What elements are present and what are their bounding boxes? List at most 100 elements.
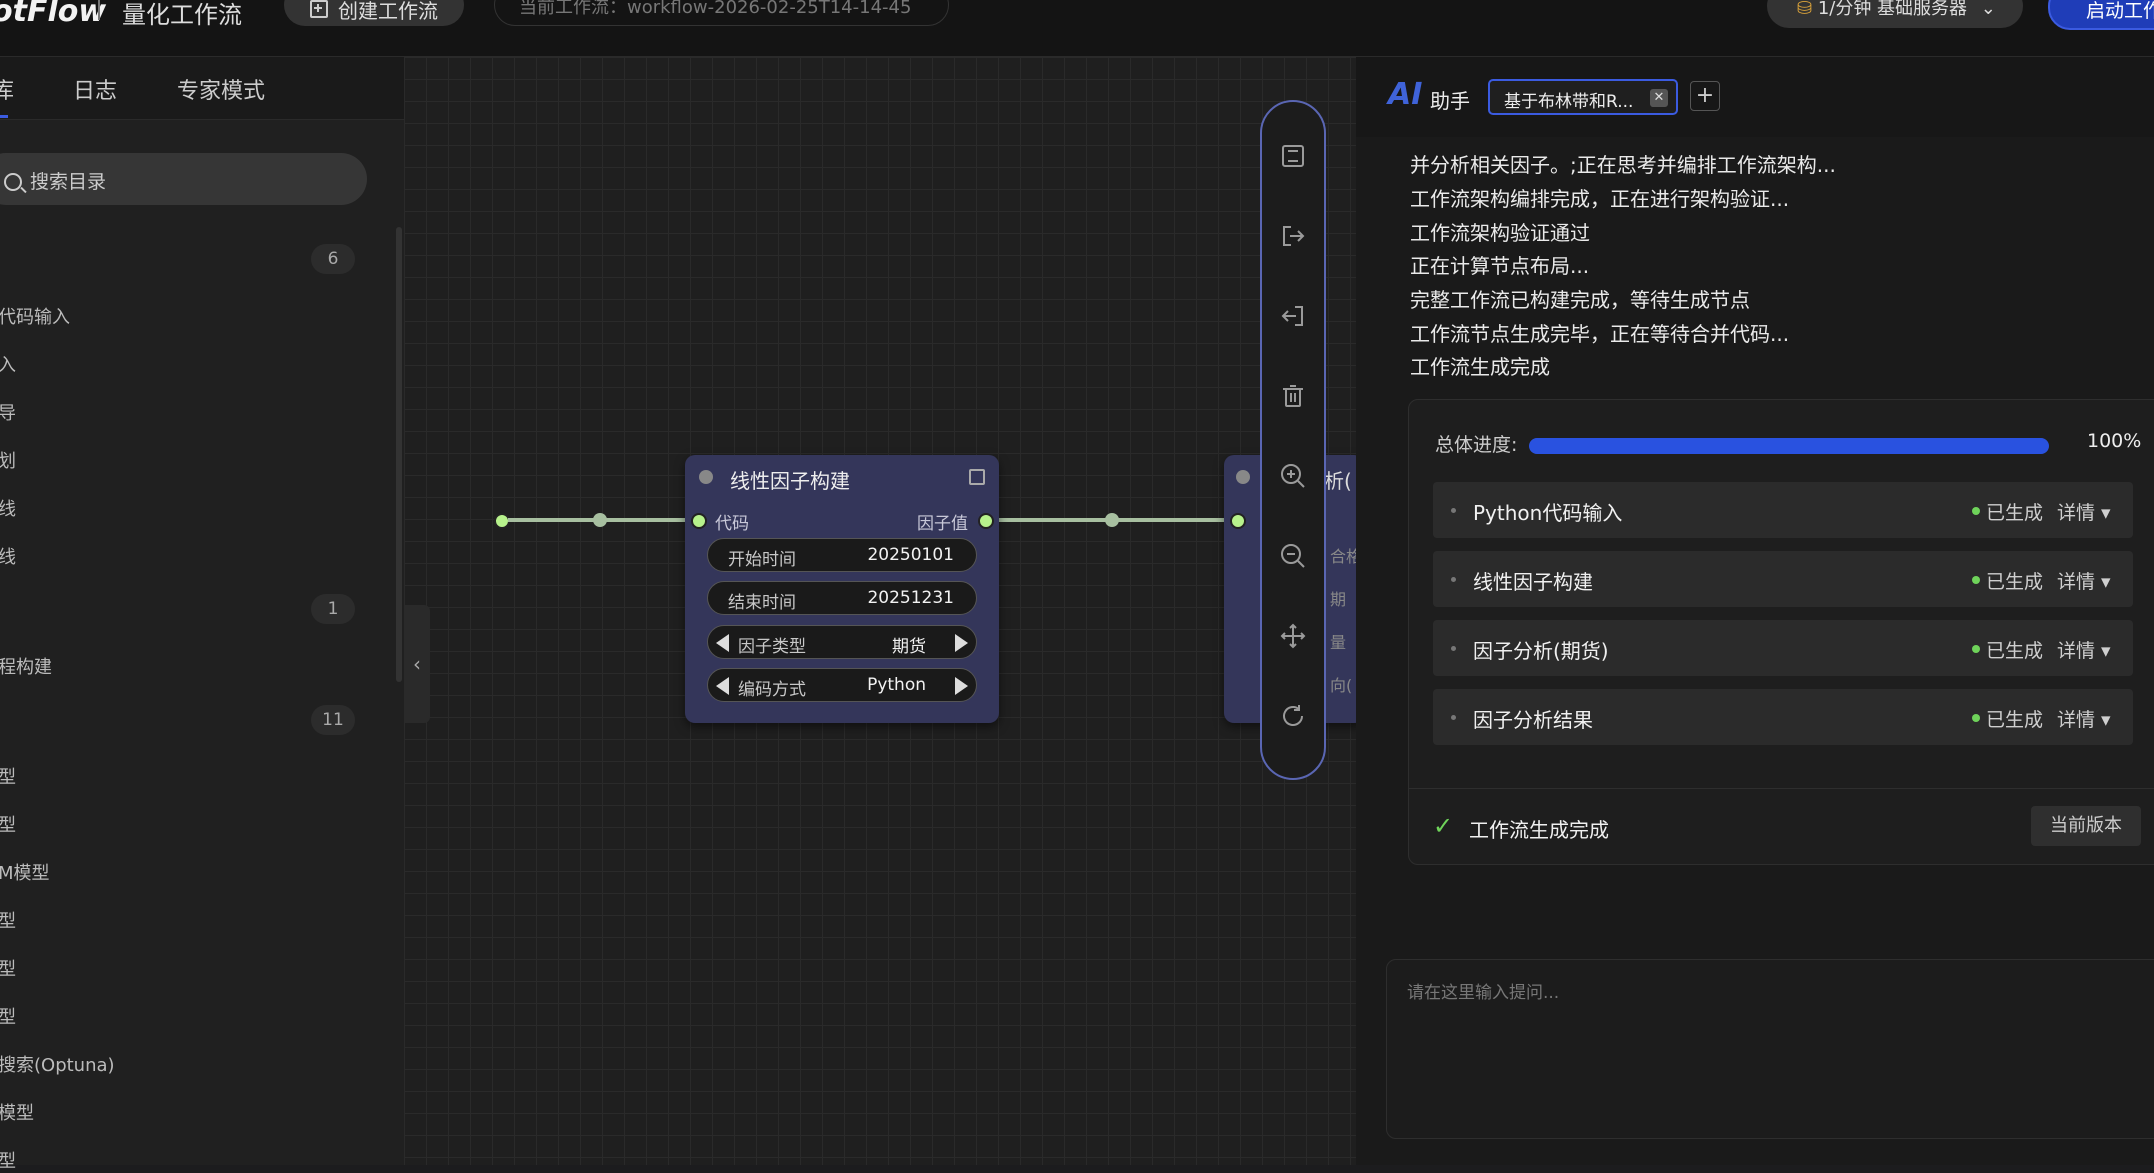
catalog-item[interactable]: 型 <box>0 907 16 933</box>
details-toggle[interactable]: 详情 ▾ <box>2057 498 2111 525</box>
catalog-item[interactable]: 入 <box>0 351 16 377</box>
output-label: 因子值 <box>917 514 968 534</box>
coin-icon: ⛁ <box>1797 0 1818 19</box>
group-count-badge: 11 <box>311 705 355 735</box>
chevron-down-icon: ⌄ <box>1980 0 1996 19</box>
input-port[interactable] <box>1230 513 1246 529</box>
sidebar-scrollbar[interactable] <box>396 227 402 682</box>
step-row[interactable]: 线性因子构建 已生成 详情 ▾ <box>1433 551 2133 607</box>
close-icon[interactable]: ✕ <box>1650 89 1668 107</box>
progress-percent: 100% <box>2087 430 2142 452</box>
status-dot <box>1236 470 1250 484</box>
chevron-left-icon: ‹ <box>413 652 421 676</box>
ai-title: 助手 <box>1430 89 1470 113</box>
arrow-right-icon[interactable] <box>955 634 968 652</box>
details-toggle[interactable]: 详情 ▾ <box>2057 567 2111 594</box>
step-row[interactable]: Python代码输入 已生成 详情 ▾ <box>1433 482 2133 538</box>
plus-square-icon <box>310 0 328 18</box>
workflow-canvas[interactable]: 代码 线性因子构建 代码 因子值 开始时间 20250101 结束时间 2025… <box>404 57 1364 1165</box>
group-count-badge: 1 <box>311 594 355 624</box>
progress-card: 总体进度: 100% Python代码输入 已生成 详情 ▾ 线性因子构建 已生… <box>1408 399 2154 865</box>
arrow-left-icon[interactable] <box>716 677 729 695</box>
step-name: Python代码输入 <box>1473 501 1623 525</box>
catalog-item[interactable]: 线 <box>0 543 16 569</box>
active-tab-indicator <box>0 115 8 118</box>
end-time-field[interactable]: 结束时间 20251231 <box>707 581 977 615</box>
tab-logs[interactable]: 日志 <box>73 73 117 105</box>
group-count-badge: 6 <box>311 244 355 274</box>
details-toggle[interactable]: 详情 ▾ <box>2057 636 2111 663</box>
status-dot <box>1972 507 1980 515</box>
save-icon[interactable] <box>1279 142 1307 170</box>
arrow-right-icon[interactable] <box>955 677 968 695</box>
node-header: 线性因子构建 <box>685 455 999 499</box>
ai-assistant-panel: AI 助手 基于布林带和R... ✕ + 并分析相关因子。;正在思考并编排工作流… <box>1356 57 2154 1165</box>
step-row[interactable]: 因子分析结果 已生成 详情 ▾ <box>1433 689 2133 745</box>
ai-header: AI 助手 基于布林带和R... ✕ + <box>1356 57 2154 137</box>
catalog-item[interactable]: 代码输入 <box>0 303 70 329</box>
encoding-selector[interactable]: 编码方式 Python <box>707 668 977 702</box>
canvas-toolbar <box>1260 100 1326 780</box>
wire-handle[interactable] <box>593 513 607 527</box>
catalog-search-input[interactable]: 搜索目录 <box>0 153 367 205</box>
ai-session-tab[interactable]: 基于布林带和R... ✕ <box>1488 79 1678 115</box>
field-key: 期 <box>1330 590 1347 609</box>
import-icon[interactable] <box>1279 302 1307 330</box>
zoom-out-icon[interactable] <box>1279 542 1307 570</box>
start-time-field[interactable]: 开始时间 20250101 <box>707 538 977 572</box>
catalog-item[interactable]: 型 <box>0 1147 16 1173</box>
zoom-in-icon[interactable] <box>1279 462 1307 490</box>
ai-prompt-input[interactable]: 请在这里输入提问... <box>1386 959 2154 1139</box>
add-session-button[interactable]: + <box>1690 81 1720 111</box>
check-icon: ✓ <box>1433 812 1454 840</box>
details-toggle[interactable]: 详情 ▾ <box>2057 705 2111 732</box>
tab-library[interactable]: 库 <box>0 73 14 105</box>
move-icon[interactable] <box>1279 622 1307 650</box>
create-workflow-button[interactable]: 创建工作流 <box>284 0 464 26</box>
search-placeholder: 搜索目录 <box>30 171 107 193</box>
arrow-left-icon[interactable] <box>716 634 729 652</box>
catalog-item[interactable]: M模型 <box>0 859 50 885</box>
current-workflow-label: 当前工作流：workflow-2026-02-25T14-14-45 <box>494 0 949 26</box>
done-text: 工作流生成完成 <box>1469 818 1609 842</box>
input-port[interactable] <box>691 513 707 529</box>
field-value: 期货 <box>892 637 926 657</box>
delete-icon[interactable] <box>1279 382 1307 410</box>
catalog-item[interactable]: 型 <box>0 1003 16 1029</box>
log-line: 工作流架构编排完成，正在进行架构验证... <box>1410 187 1790 211</box>
status-dot <box>1972 576 1980 584</box>
server-selector[interactable]: ⛁ 1/分钟 基础服务器 ⌄ <box>1767 0 2023 28</box>
linear-factor-node[interactable]: 线性因子构建 代码 因子值 开始时间 20250101 结束时间 2025123… <box>685 455 999 723</box>
output-port[interactable] <box>978 513 994 529</box>
prompt-placeholder: 请在这里输入提问... <box>1407 983 1560 1003</box>
field-value: Python <box>867 675 926 695</box>
catalog-item[interactable]: 模型 <box>0 1099 34 1125</box>
header-divider <box>98 0 100 20</box>
export-icon[interactable] <box>1279 222 1307 250</box>
catalog-item[interactable]: 导 <box>0 399 16 425</box>
edit-icon[interactable] <box>969 469 985 485</box>
catalog-item[interactable]: 型 <box>0 955 16 981</box>
collapse-sidebar-button[interactable]: ‹ <box>404 605 430 723</box>
catalog-item[interactable]: 线 <box>0 495 16 521</box>
catalog-item[interactable]: 型 <box>0 811 16 837</box>
field-key: 量 <box>1330 633 1347 652</box>
step-name: 因子分析结果 <box>1473 708 1593 732</box>
wire-handle[interactable] <box>1105 513 1119 527</box>
status-dot <box>699 470 713 484</box>
catalog-item[interactable]: 搜索(Optuna) <box>0 1051 115 1077</box>
field-value: 20251231 <box>867 588 954 608</box>
catalog-item[interactable]: 型 <box>0 763 16 789</box>
current-version-button[interactable]: 当前版本 <box>2031 806 2141 846</box>
search-icon <box>4 173 22 191</box>
factor-type-selector[interactable]: 因子类型 期货 <box>707 625 977 659</box>
launch-workflow-button[interactable]: 启动工作 <box>2048 0 2154 30</box>
field-key: 因子类型 <box>738 637 806 657</box>
node-title: 析( <box>1324 469 1352 493</box>
tab-expert-mode[interactable]: 专家模式 <box>177 73 265 105</box>
refresh-icon[interactable] <box>1279 702 1307 730</box>
step-row[interactable]: 因子分析(期货) 已生成 详情 ▾ <box>1433 620 2133 676</box>
node-title: 线性因子构建 <box>730 469 850 493</box>
catalog-item[interactable]: 程构建 <box>0 653 52 679</box>
catalog-item[interactable]: 划 <box>0 447 16 473</box>
